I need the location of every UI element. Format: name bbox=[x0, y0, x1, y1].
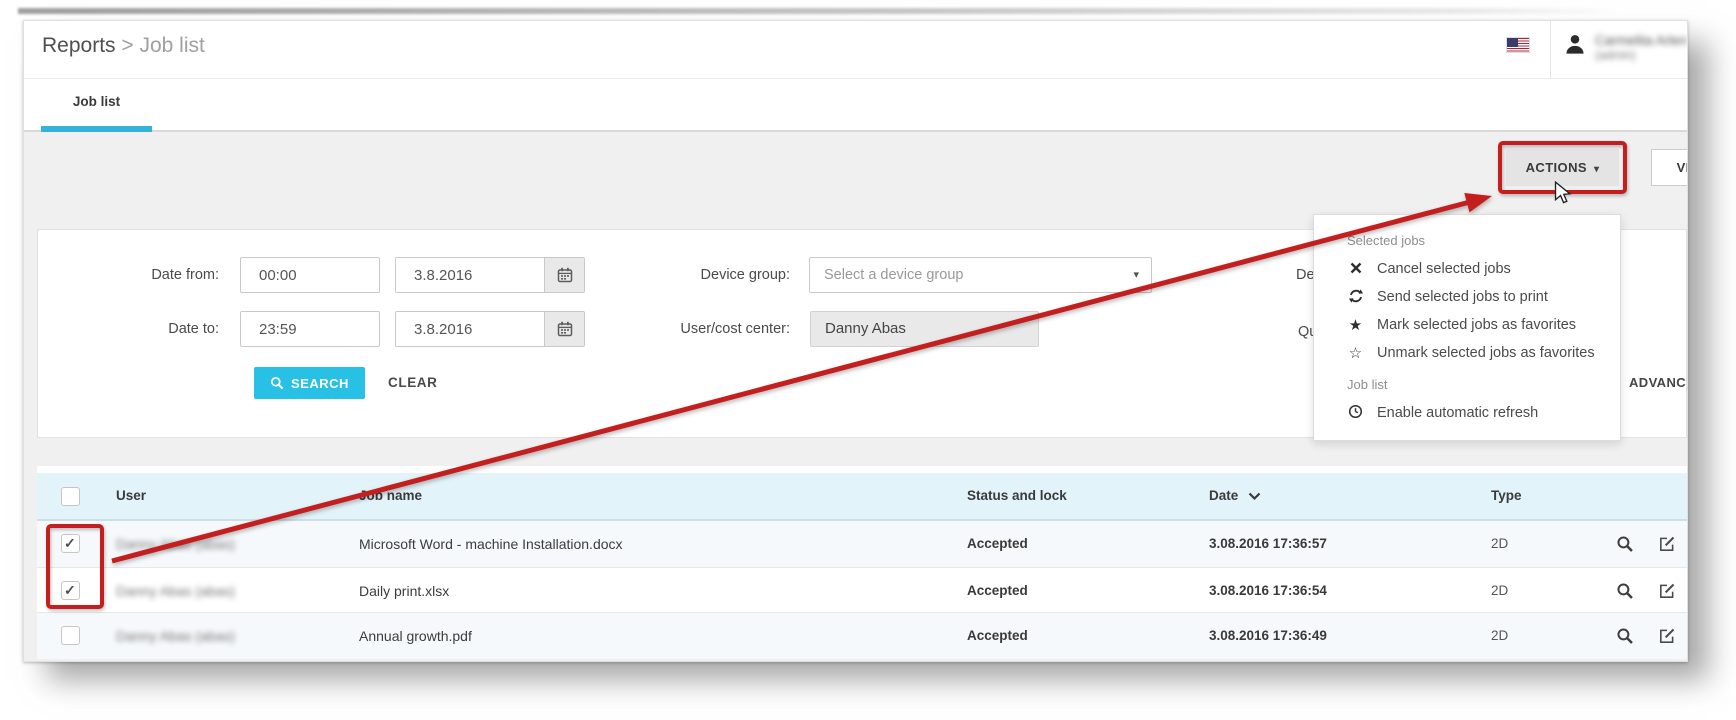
column-header-date-label: Date bbox=[1209, 488, 1238, 503]
menu-item-mark-favorites[interactable]: ★ Mark selected jobs as favorites bbox=[1347, 311, 1620, 339]
sort-desc-icon bbox=[1248, 492, 1261, 501]
menu-section-selected-jobs: Selected jobs bbox=[1347, 227, 1620, 255]
flag-canton bbox=[1507, 38, 1518, 47]
header-divider bbox=[1550, 21, 1551, 78]
row-status: Accepted bbox=[967, 568, 1028, 614]
menu-item-label: Unmark selected jobs as favorites bbox=[1377, 345, 1595, 361]
refresh-icon bbox=[1347, 288, 1364, 307]
search-button[interactable]: SEARCH bbox=[254, 367, 365, 399]
user-name: Carmelita Arlen bbox=[1595, 33, 1687, 48]
menu-item-label: Send selected jobs to print bbox=[1377, 289, 1548, 305]
device-group-select[interactable]: Select a device group ▾ bbox=[809, 257, 1152, 293]
user-role: (admin) bbox=[1595, 48, 1687, 63]
tab-active-underline bbox=[41, 126, 152, 132]
star-outline-icon: ☆ bbox=[1347, 346, 1364, 361]
clear-button[interactable]: CLEAR bbox=[388, 367, 438, 399]
tabbar-baseline bbox=[24, 130, 1687, 132]
row-job-name: Annual growth.pdf bbox=[359, 613, 472, 659]
magnifier-icon[interactable] bbox=[1616, 535, 1634, 553]
menu-section-job-list: Job list bbox=[1347, 371, 1620, 399]
page-title: Job list bbox=[139, 34, 204, 57]
menu-item-label: Enable automatic refresh bbox=[1377, 405, 1538, 421]
row-date: 3.08.2016 17:36:49 bbox=[1209, 613, 1327, 659]
row-type: 2D bbox=[1491, 521, 1508, 567]
chevron-down-icon: ▾ bbox=[1133, 258, 1139, 292]
edit-icon[interactable] bbox=[1658, 535, 1676, 553]
column-header-user[interactable]: User bbox=[116, 473, 146, 519]
row-status: Accepted bbox=[967, 521, 1028, 567]
row-date: 3.08.2016 17:36:54 bbox=[1209, 568, 1327, 614]
tab-job-list[interactable]: Job list bbox=[41, 78, 152, 126]
menu-item-label: Mark selected jobs as favorites bbox=[1377, 317, 1576, 333]
magnifier-icon[interactable] bbox=[1616, 582, 1634, 600]
person-icon bbox=[1564, 33, 1586, 63]
column-header-date[interactable]: Date bbox=[1209, 473, 1261, 519]
row-job-name: Daily print.xlsx bbox=[359, 568, 449, 614]
annotation-box-checkboxes bbox=[46, 524, 104, 609]
user-cost-center-label: User/cost center: bbox=[598, 321, 790, 337]
row-job-name: Microsoft Word - machine Installation.do… bbox=[359, 521, 623, 567]
breadcrumb-separator: > bbox=[121, 34, 133, 57]
user-cost-center-field: Danny Abas bbox=[810, 311, 1039, 347]
row-user: Danny Abas (abas) bbox=[116, 613, 235, 659]
search-icon bbox=[270, 376, 284, 390]
menu-item-send-to-print[interactable]: Send selected jobs to print bbox=[1347, 283, 1620, 311]
menu-item-enable-auto-refresh[interactable]: Enable automatic refresh bbox=[1347, 399, 1620, 427]
table-row[interactable]: Danny Abas (abas) Annual growth.pdf Acce… bbox=[37, 613, 1687, 659]
actions-dropdown-menu: Selected jobs Cancel selected jobs Send … bbox=[1313, 214, 1621, 441]
date-to-date-wrap bbox=[395, 311, 585, 347]
date-to-time-input[interactable] bbox=[240, 311, 380, 347]
calendar-icon[interactable] bbox=[544, 312, 584, 346]
row-type: 2D bbox=[1491, 568, 1508, 614]
calendar-icon[interactable] bbox=[544, 258, 584, 292]
row-user: Danny Abas (abas) bbox=[116, 521, 235, 567]
app-header: Reports > Job list Carmelita Arlen (admi… bbox=[24, 21, 1687, 79]
date-from-label: Date from: bbox=[38, 267, 219, 283]
menu-item-label: Cancel selected jobs bbox=[1377, 261, 1511, 277]
screenshot-edge-artifact bbox=[18, 8, 1618, 14]
table-row[interactable]: Danny Abas (abas) Microsoft Word - machi… bbox=[37, 521, 1687, 567]
edit-icon[interactable] bbox=[1658, 627, 1676, 645]
breadcrumb-section: Reports bbox=[42, 34, 116, 57]
annotation-box-actions bbox=[1498, 141, 1627, 194]
row-date: 3.08.2016 17:36:57 bbox=[1209, 521, 1327, 567]
column-header-job-name[interactable]: Job name bbox=[359, 473, 422, 519]
column-header-status[interactable]: Status and lock bbox=[967, 473, 1067, 519]
cancel-x-icon bbox=[1347, 262, 1364, 277]
row-type: 2D bbox=[1491, 613, 1508, 659]
row-checkbox[interactable] bbox=[61, 626, 80, 645]
language-flag-icon[interactable] bbox=[1506, 37, 1530, 53]
date-from-time-input[interactable] bbox=[240, 257, 380, 293]
star-filled-icon: ★ bbox=[1347, 318, 1364, 333]
table-row[interactable]: Danny Abas (abas) Daily print.xlsx Accep… bbox=[37, 567, 1687, 613]
search-button-label: SEARCH bbox=[291, 376, 349, 391]
magnifier-icon[interactable] bbox=[1616, 627, 1634, 645]
user-menu[interactable]: Carmelita Arlen (admin) bbox=[1564, 33, 1688, 63]
table-header: User Job name Status and lock Date Type bbox=[37, 473, 1687, 521]
edit-icon[interactable] bbox=[1658, 582, 1676, 600]
breadcrumb: Reports > Job list bbox=[42, 34, 205, 58]
table-top-gap bbox=[37, 466, 1687, 473]
menu-item-cancel-selected-jobs[interactable]: Cancel selected jobs bbox=[1347, 255, 1620, 283]
app-window: Reports > Job list Carmelita Arlen (admi… bbox=[23, 20, 1688, 662]
device-group-label: Device group: bbox=[598, 267, 790, 283]
advanced-search-link[interactable]: ADVANC bbox=[1629, 375, 1686, 390]
device-group-placeholder: Select a device group bbox=[824, 267, 963, 283]
hidden-filter-label-1: De bbox=[1296, 267, 1315, 283]
column-header-type[interactable]: Type bbox=[1491, 473, 1522, 519]
menu-item-unmark-favorites[interactable]: ☆ Unmark selected jobs as favorites bbox=[1347, 339, 1620, 367]
select-all-checkbox[interactable] bbox=[61, 487, 80, 506]
date-to-label: Date to: bbox=[38, 321, 219, 337]
row-status: Accepted bbox=[967, 613, 1028, 659]
date-from-date-wrap bbox=[395, 257, 585, 293]
view-button[interactable]: VIEW bbox=[1651, 149, 1688, 186]
clock-icon bbox=[1347, 404, 1364, 422]
row-user: Danny Abas (abas) bbox=[116, 568, 235, 614]
